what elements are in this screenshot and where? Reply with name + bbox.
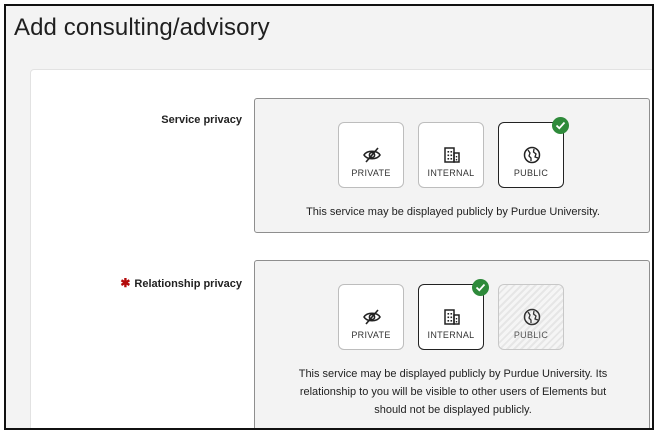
internal-option-label: INTERNAL	[427, 168, 475, 178]
public-option-label: PUBLIC	[513, 168, 549, 178]
note-line-2: relationship to you will be visible to o…	[299, 386, 607, 398]
service-privacy-private-option[interactable]: PRIVATE	[338, 122, 404, 188]
relationship-privacy-note: This service may be displayed publicly b…	[255, 365, 651, 419]
selected-check-icon	[552, 117, 569, 134]
service-privacy-label-text: Service privacy	[161, 114, 242, 126]
header-divider	[6, 52, 652, 68]
service-privacy-box: PRIVATE INTERNAL PUBLIC This service may…	[254, 98, 650, 233]
relationship-privacy-private-option[interactable]: PRIVATE	[338, 284, 404, 350]
selected-check-icon	[472, 279, 489, 296]
relationship-privacy-internal-option[interactable]: INTERNAL	[418, 279, 489, 350]
relationship-privacy-box: PRIVATE INTERNAL PUBLIC This service may…	[254, 260, 651, 428]
note-line-1: This service may be displayed publicly b…	[298, 368, 608, 380]
note-line-3: should not be displayed publicly.	[374, 404, 532, 416]
relationship-privacy-label: ✱ Relationship privacy	[106, 276, 242, 290]
service-privacy-internal-option[interactable]: INTERNAL	[418, 122, 484, 188]
building-icon	[444, 309, 460, 325]
service-privacy-note: This service may be displayed publicly b…	[306, 206, 600, 218]
page-title: Add consulting/advisory	[14, 14, 270, 41]
internal-option-label: INTERNAL	[427, 330, 475, 340]
private-option-label: PRIVATE	[351, 330, 391, 340]
dialog-frame: Add consulting/advisory Service privacy …	[4, 4, 654, 430]
public-option-label: PUBLIC	[513, 330, 549, 340]
service-privacy-public-option[interactable]: PUBLIC	[498, 117, 569, 188]
private-option-label: PRIVATE	[351, 168, 391, 178]
globe-icon	[523, 146, 541, 164]
required-marker: ✱	[120, 276, 131, 290]
building-icon	[444, 147, 460, 163]
eye-off-icon	[363, 309, 381, 325]
globe-icon	[523, 308, 541, 326]
relationship-privacy-public-option: PUBLIC	[498, 284, 564, 350]
relationship-privacy-label-text: Relationship privacy	[134, 278, 242, 290]
eye-off-icon	[363, 147, 381, 163]
service-privacy-label: Service privacy	[146, 114, 242, 126]
